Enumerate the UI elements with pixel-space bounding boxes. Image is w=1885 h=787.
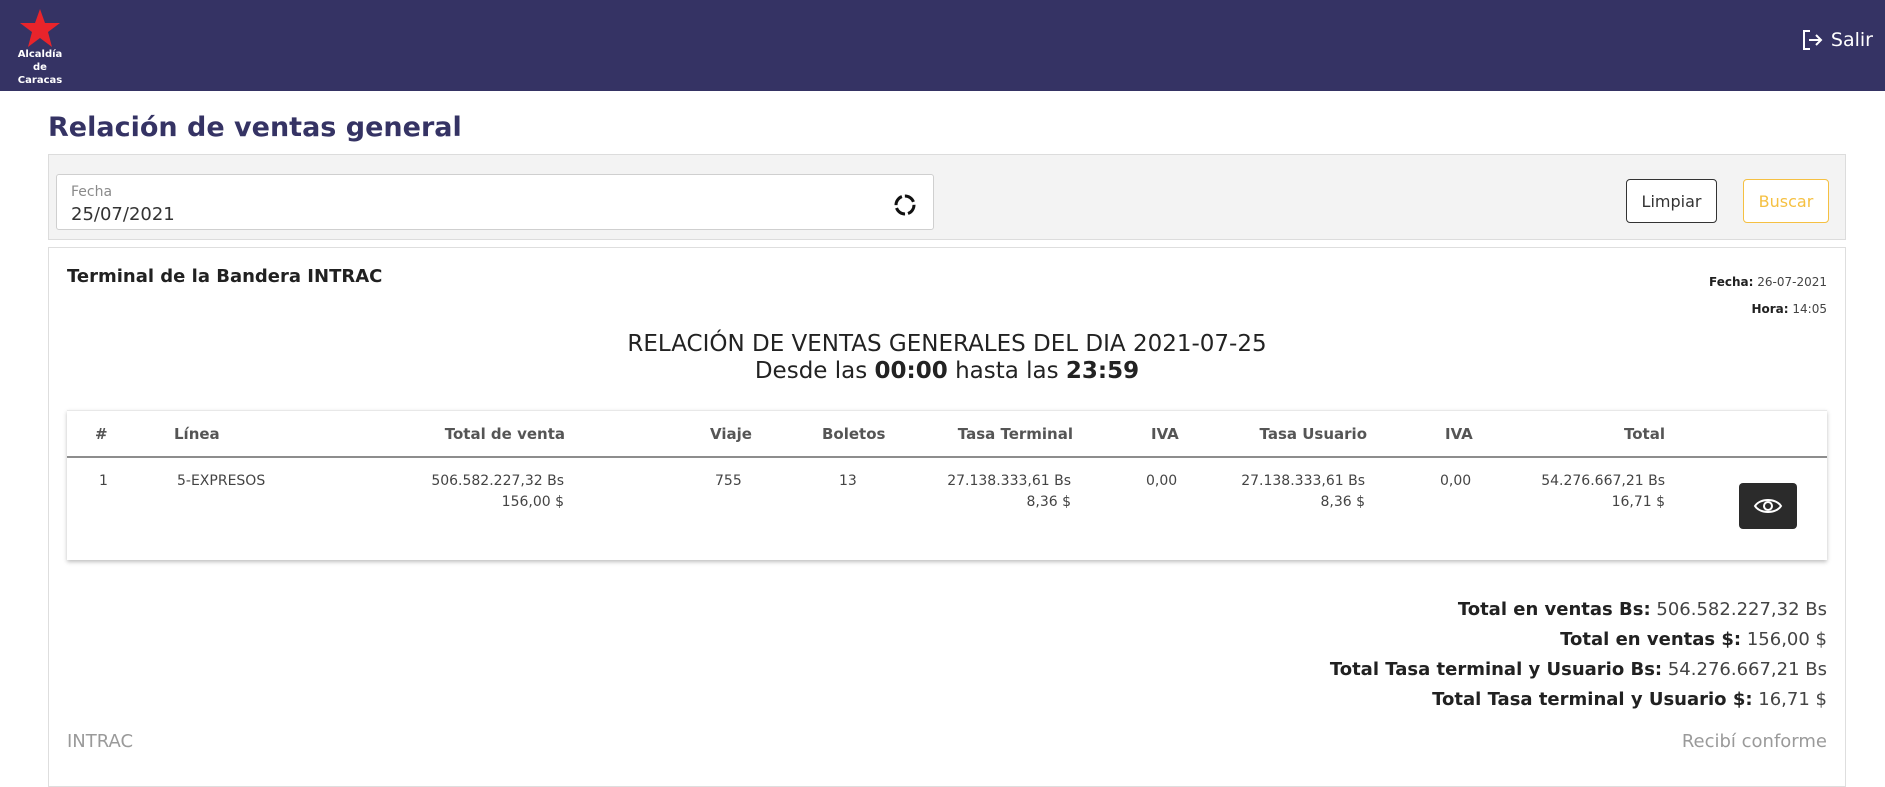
total-tasa-usd-label: Total Tasa terminal y Usuario $: — [1432, 689, 1753, 710]
report-time-value: 14:05 — [1792, 302, 1827, 316]
total-ventas-usd-value: 156,00 $ — [1746, 629, 1827, 650]
date-input[interactable] — [71, 204, 831, 225]
logout-icon — [1802, 30, 1823, 50]
total-ventas-usd-label: Total en ventas $: — [1560, 629, 1742, 650]
loading-spinner-icon — [894, 194, 916, 216]
cell-tasa-usuario: 27.138.333,61 Bs 8,36 $ — [1241, 471, 1365, 513]
sales-table: # Línea Total de venta Viaje Boletos Tas… — [67, 410, 1827, 560]
table-header-divider — [67, 456, 1827, 458]
date-field-label: Fecha — [71, 184, 113, 200]
cell-tasa-terminal: 27.138.333,61 Bs 8,36 $ — [947, 471, 1071, 513]
cell-iva-1: 0,00 — [1146, 473, 1178, 489]
total-tasa-bs-label: Total Tasa terminal y Usuario Bs: — [1329, 659, 1663, 680]
report-date: Fecha: 26-07-2021 — [1709, 275, 1827, 289]
subtitle-end-time: 23:59 — [1065, 358, 1140, 384]
filter-bar: Fecha Limpiar Buscar — [48, 154, 1846, 240]
col-header-tasa-terminal: Tasa Terminal — [957, 425, 1073, 443]
totals-summary: Total en ventas Bs: 506.582.227,32 Bs To… — [1330, 595, 1827, 715]
subtitle-hasta: hasta las — [955, 358, 1059, 384]
report-subtitle: Desde las 00:00 hasta las 23:59 — [49, 358, 1845, 384]
page-title: Relación de ventas general — [48, 112, 462, 143]
cell-total-venta-bs: 506.582.227,32 Bs — [431, 473, 564, 489]
report-title: RELACIÓN DE VENTAS GENERALES DEL DIA 202… — [627, 331, 1267, 357]
total-ventas-bs-label: Total en ventas Bs: — [1457, 599, 1651, 620]
logo-line-2: de Caracas — [17, 62, 63, 86]
cell-total-bs: 54.276.667,21 Bs — [1541, 473, 1665, 489]
col-header-num: # — [95, 425, 108, 443]
cell-boletos: 13 — [839, 473, 857, 489]
logout-button[interactable]: Salir — [1801, 29, 1873, 51]
total-ventas-bs: Total en ventas Bs: 506.582.227,32 Bs — [1330, 595, 1827, 625]
footer-company: INTRAC — [67, 731, 134, 752]
footer-signature: Recibí conforme — [1681, 731, 1827, 752]
col-header-boletos: Boletos — [822, 425, 886, 443]
cell-total-usd: 16,71 $ — [1611, 494, 1665, 510]
subtitle-start-time: 00:00 — [874, 358, 948, 384]
cell-total: 54.276.667,21 Bs 16,71 $ — [1541, 471, 1665, 513]
total-tasa-usd: Total Tasa terminal y Usuario $: 16,71 $ — [1330, 685, 1827, 715]
cell-total-venta: 506.582.227,32 Bs 156,00 $ — [431, 471, 564, 513]
logout-label: Salir — [1830, 29, 1873, 51]
col-header-viaje: Viaje — [710, 425, 752, 443]
col-header-linea: Línea — [174, 425, 220, 443]
cell-tasa-usuario-usd: 8,36 $ — [1320, 494, 1365, 510]
col-header-iva-1: IVA — [1151, 425, 1179, 443]
clear-button[interactable]: Limpiar — [1626, 179, 1717, 223]
cell-linea: 5-EXPRESOS — [177, 473, 266, 489]
total-ventas-usd: Total en ventas $: 156,00 $ — [1330, 625, 1827, 655]
date-field[interactable]: Fecha — [56, 174, 934, 230]
eye-icon — [1753, 499, 1783, 513]
col-header-iva-2: IVA — [1445, 425, 1473, 443]
view-detail-button[interactable] — [1739, 483, 1797, 529]
cell-tasa-terminal-bs: 27.138.333,61 Bs — [947, 473, 1071, 489]
star-logo-icon — [20, 9, 60, 47]
total-tasa-bs-value: 54.276.667,21 Bs — [1667, 659, 1827, 680]
cell-total-venta-usd: 156,00 $ — [501, 494, 564, 510]
top-navbar: Alcaldía de Caracas Salir — [0, 0, 1885, 91]
cell-iva-2: 0,00 — [1440, 473, 1472, 489]
terminal-name: Terminal de la Bandera INTRAC — [67, 266, 383, 287]
cell-tasa-terminal-usd: 8,36 $ — [1026, 494, 1071, 510]
cell-viaje: 755 — [715, 473, 742, 489]
col-header-total: Total — [1624, 425, 1665, 443]
total-tasa-usd-value: 16,71 $ — [1758, 689, 1827, 710]
cell-tasa-usuario-bs: 27.138.333,61 Bs — [1241, 473, 1365, 489]
search-button[interactable]: Buscar — [1743, 179, 1829, 223]
report-card: Terminal de la Bandera INTRAC Fecha: 26-… — [48, 247, 1846, 787]
report-time-label: Hora: — [1751, 302, 1789, 316]
report-date-value: 26-07-2021 — [1757, 275, 1827, 289]
col-header-tasa-usuario: Tasa Usuario — [1259, 425, 1367, 443]
report-time: Hora: 14:05 — [1751, 302, 1827, 316]
alcaldia-logo[interactable]: Alcaldía de Caracas — [10, 8, 70, 86]
report-date-label: Fecha: — [1709, 275, 1754, 289]
logo-line-1: Alcaldía — [17, 49, 63, 60]
cell-num: 1 — [99, 473, 108, 489]
total-tasa-bs: Total Tasa terminal y Usuario Bs: 54.276… — [1330, 655, 1827, 685]
subtitle-desde: Desde las — [754, 358, 868, 384]
total-ventas-bs-value: 506.582.227,32 Bs — [1656, 599, 1827, 620]
col-header-total-venta: Total de venta — [444, 425, 565, 443]
